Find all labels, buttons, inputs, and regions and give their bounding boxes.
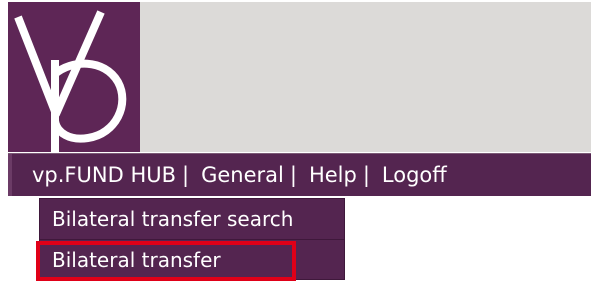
- menu-item-bilateral-transfer[interactable]: Bilateral transfer: [40, 239, 344, 279]
- menu-item-bilateral-transfer-search[interactable]: Bilateral transfer search: [40, 199, 344, 239]
- vp-logo-icon: [8, 2, 140, 152]
- nav-separator: |: [362, 163, 370, 187]
- nav-item-help[interactable]: Help: [309, 154, 357, 196]
- top-navigation-bar: vp.FUND HUB | General | Help | Logoff: [8, 153, 591, 196]
- header-banner: [140, 2, 591, 152]
- nav-item-general[interactable]: General: [201, 154, 284, 196]
- nav-item-logoff[interactable]: Logoff: [382, 154, 447, 196]
- nav-menu: vp.FUND HUB | General | Help | Logoff: [32, 154, 447, 196]
- nav-item-vp-fund-hub[interactable]: vp.FUND HUB: [32, 154, 176, 196]
- nav-accent: [8, 154, 12, 196]
- general-dropdown-menu: Bilateral transfer search Bilateral tran…: [39, 198, 345, 280]
- nav-separator: |: [289, 163, 297, 187]
- nav-separator: |: [182, 163, 190, 187]
- vp-logo[interactable]: [8, 2, 140, 152]
- page-header: [0, 0, 591, 152]
